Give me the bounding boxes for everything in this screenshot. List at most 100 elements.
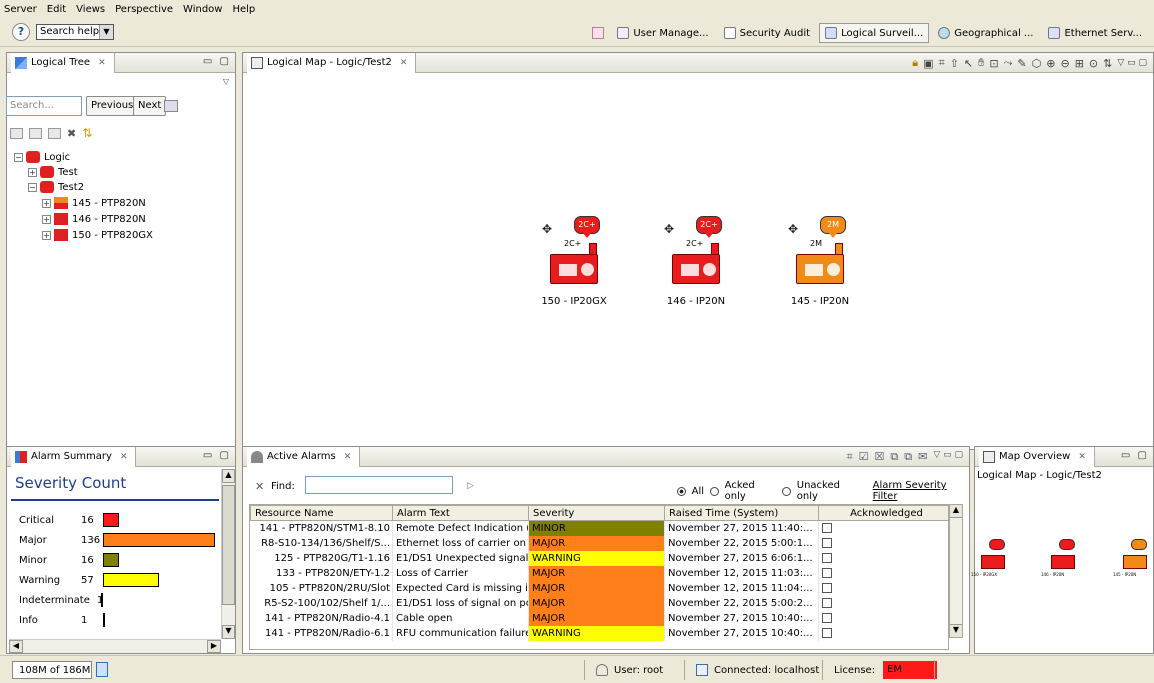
tab-map-overview[interactable]: Map Overview ✕	[979, 446, 1095, 467]
close-icon[interactable]: ✕	[98, 58, 106, 68]
perspective-security-audit[interactable]: Security Audit	[718, 23, 816, 43]
move-handle-icon[interactable]: ✥	[664, 222, 674, 236]
center-icon[interactable]: ⊙	[1089, 57, 1098, 70]
acknowledge-checkbox[interactable]	[822, 612, 832, 623]
tab-logical-map[interactable]: Logical Map - Logic/Test2 ✕	[247, 52, 417, 73]
tab-active-alarms[interactable]: Active Alarms ✕	[247, 446, 361, 467]
minimize-maximize-icon[interactable]: ▭ ▢	[203, 56, 231, 67]
scroll-up-icon[interactable]: ▲	[950, 505, 962, 518]
tab-alarm-summary[interactable]: Alarm Summary ✕	[11, 446, 137, 467]
table-row[interactable]: R8-S10-134/136/Shelf/S... Ethernet loss o…	[250, 535, 948, 551]
collapse-icon[interactable]: −	[28, 182, 37, 192]
expand-icon[interactable]: +	[42, 198, 51, 208]
acknowledge-checkbox[interactable]	[822, 567, 832, 578]
minimize-maximize-icon[interactable]: ▭ ▢	[1121, 450, 1149, 461]
acknowledge-checkbox[interactable]	[822, 552, 832, 563]
find-next-icon[interactable]: ▷	[467, 481, 474, 491]
menu-edit[interactable]: Edit	[47, 4, 66, 15]
ack-icon[interactable]: ☑	[859, 450, 869, 464]
column-header[interactable]: Raised Time (System)	[664, 505, 819, 521]
perspective-logical-surveillance[interactable]: Logical Surveil...	[819, 23, 930, 43]
expand-icon[interactable]: +	[28, 167, 37, 177]
map-node[interactable]: ✥ 2M 2M 145 - IP20N	[788, 216, 894, 316]
up-icon[interactable]: ⇧	[950, 57, 959, 70]
view-menu-icon[interactable]: ▽	[223, 77, 229, 86]
close-icon[interactable]: ✕	[120, 452, 128, 462]
close-icon[interactable]: ✕	[344, 452, 352, 462]
add-element-icon[interactable]	[29, 127, 42, 139]
pan-icon[interactable]: ✋︎	[978, 56, 984, 70]
sync-icon[interactable]: ⇅	[1103, 57, 1112, 70]
save-icon[interactable]: ▣	[923, 57, 933, 70]
garbage-collect-icon[interactable]	[96, 662, 108, 677]
layout-icon[interactable]: ⌗	[938, 56, 944, 70]
acknowledge-checkbox[interactable]	[822, 522, 832, 533]
find-input[interactable]	[305, 476, 453, 494]
alarm-severity-filter-link[interactable]: Alarm Severity Filter	[873, 480, 969, 502]
menu-server[interactable]: Server	[4, 4, 37, 15]
menu-window[interactable]: Window	[183, 4, 222, 15]
perspective-geographical[interactable]: Geographical ...	[932, 23, 1039, 43]
link-icon[interactable]: ⌗	[846, 450, 852, 464]
acknowledge-checkbox[interactable]	[822, 597, 832, 608]
table-row[interactable]: 105 - PTP820N/2RU/Slot Expected Card is m…	[250, 580, 948, 596]
search-help-select[interactable]: Search help ▼	[36, 24, 114, 40]
column-header[interactable]: Alarm Text	[392, 505, 529, 521]
tree-node-146[interactable]: + 146 - PTP820N	[42, 212, 146, 226]
tree-node-logic[interactable]: − Logic	[14, 150, 70, 164]
radio-all[interactable]	[677, 486, 686, 496]
scroll-down-icon[interactable]: ▼	[950, 624, 962, 637]
expand-icon[interactable]: +	[42, 230, 51, 240]
column-header[interactable]: Severity	[528, 505, 665, 521]
scroll-thumb[interactable]	[222, 485, 235, 605]
menu-help[interactable]: Help	[232, 4, 255, 15]
edit-icon[interactable]	[48, 127, 61, 139]
acknowledge-checkbox[interactable]	[822, 582, 832, 593]
filter-icon[interactable]: ⧉	[890, 450, 898, 464]
scroll-down-icon[interactable]: ▼	[222, 625, 235, 639]
table-row[interactable]: 141 - PTP820N/Radio-6.1 RFU communication…	[250, 625, 948, 641]
tab-logical-tree[interactable]: Logical Tree ✕	[11, 52, 115, 73]
select-icon[interactable]: ↖	[964, 57, 973, 70]
draw-icon[interactable]: ✎	[1017, 57, 1026, 70]
minimize-maximize-icon[interactable]: ▽ ▭ ▢	[933, 450, 963, 464]
chevron-down-icon[interactable]: ▼	[99, 25, 113, 39]
collapse-icon[interactable]: −	[14, 152, 23, 162]
menu-perspective[interactable]: Perspective	[115, 4, 173, 15]
unack-icon[interactable]: ☒	[875, 450, 885, 464]
summary-vscrollbar[interactable]: ▲ ▼	[221, 469, 235, 639]
acknowledge-checkbox[interactable]	[822, 627, 832, 638]
table-row[interactable]: 141 - PTP820N/Radio-4.1 Cable open MAJOR No…	[250, 610, 948, 626]
tree-node-145[interactable]: + 145 - PTP820N	[42, 196, 146, 210]
minimize-maximize-icon[interactable]: ▭ ▢	[203, 450, 231, 461]
fit-icon[interactable]: ⊞	[1075, 57, 1084, 70]
minimize-maximize-icon[interactable]: ▽ ▭ ▢	[1117, 58, 1147, 68]
move-handle-icon[interactable]: ✥	[542, 222, 552, 236]
menu-views[interactable]: Views	[76, 4, 105, 15]
zoom-out-icon[interactable]: ⊖	[1060, 57, 1069, 70]
table-row[interactable]: R5-S2-100/102/Shelf 1/... E1/DS1 loss of …	[250, 595, 948, 611]
tree-node-test[interactable]: + Test	[28, 165, 78, 179]
tree-node-150[interactable]: + 150 - PTP820GX	[42, 228, 153, 242]
open-perspective-icon[interactable]	[592, 27, 605, 39]
expand-icon[interactable]: +	[42, 214, 51, 224]
copy-icon[interactable]: ⧉	[904, 450, 912, 464]
refresh-icon[interactable]: ⇅	[82, 126, 92, 140]
column-header[interactable]: Acknowledged	[818, 505, 948, 521]
tree-node-test2[interactable]: − Test2	[28, 180, 84, 194]
map-node[interactable]: ✥ 2C+ 2C+ 146 - IP20N	[664, 216, 770, 316]
scroll-left-icon[interactable]: ◀	[9, 640, 23, 653]
column-header[interactable]: Resource Name	[250, 505, 393, 521]
clear-find-icon[interactable]: ✕	[255, 480, 264, 493]
add-group-icon[interactable]	[10, 127, 23, 139]
scroll-up-icon[interactable]: ▲	[222, 469, 235, 483]
move-handle-icon[interactable]: ✥	[788, 222, 798, 236]
scroll-right-icon[interactable]: ▶	[207, 640, 221, 653]
next-button[interactable]: Next	[133, 96, 167, 116]
table-row[interactable]: 141 - PTP820N/STM1-8.10 Remote Defect Ind…	[250, 520, 948, 536]
table-row[interactable]: 133 - PTP820N/ETY-1.2 Loss of Carrier MAJO…	[250, 565, 948, 581]
map-node[interactable]: ✥ 2C+ 2C+ 150 - IP20GX	[541, 216, 648, 316]
perspective-ethernet-services[interactable]: Ethernet Serv...	[1042, 23, 1148, 43]
close-icon[interactable]: ✕	[1078, 452, 1086, 462]
previous-button[interactable]: Previous	[86, 96, 139, 116]
